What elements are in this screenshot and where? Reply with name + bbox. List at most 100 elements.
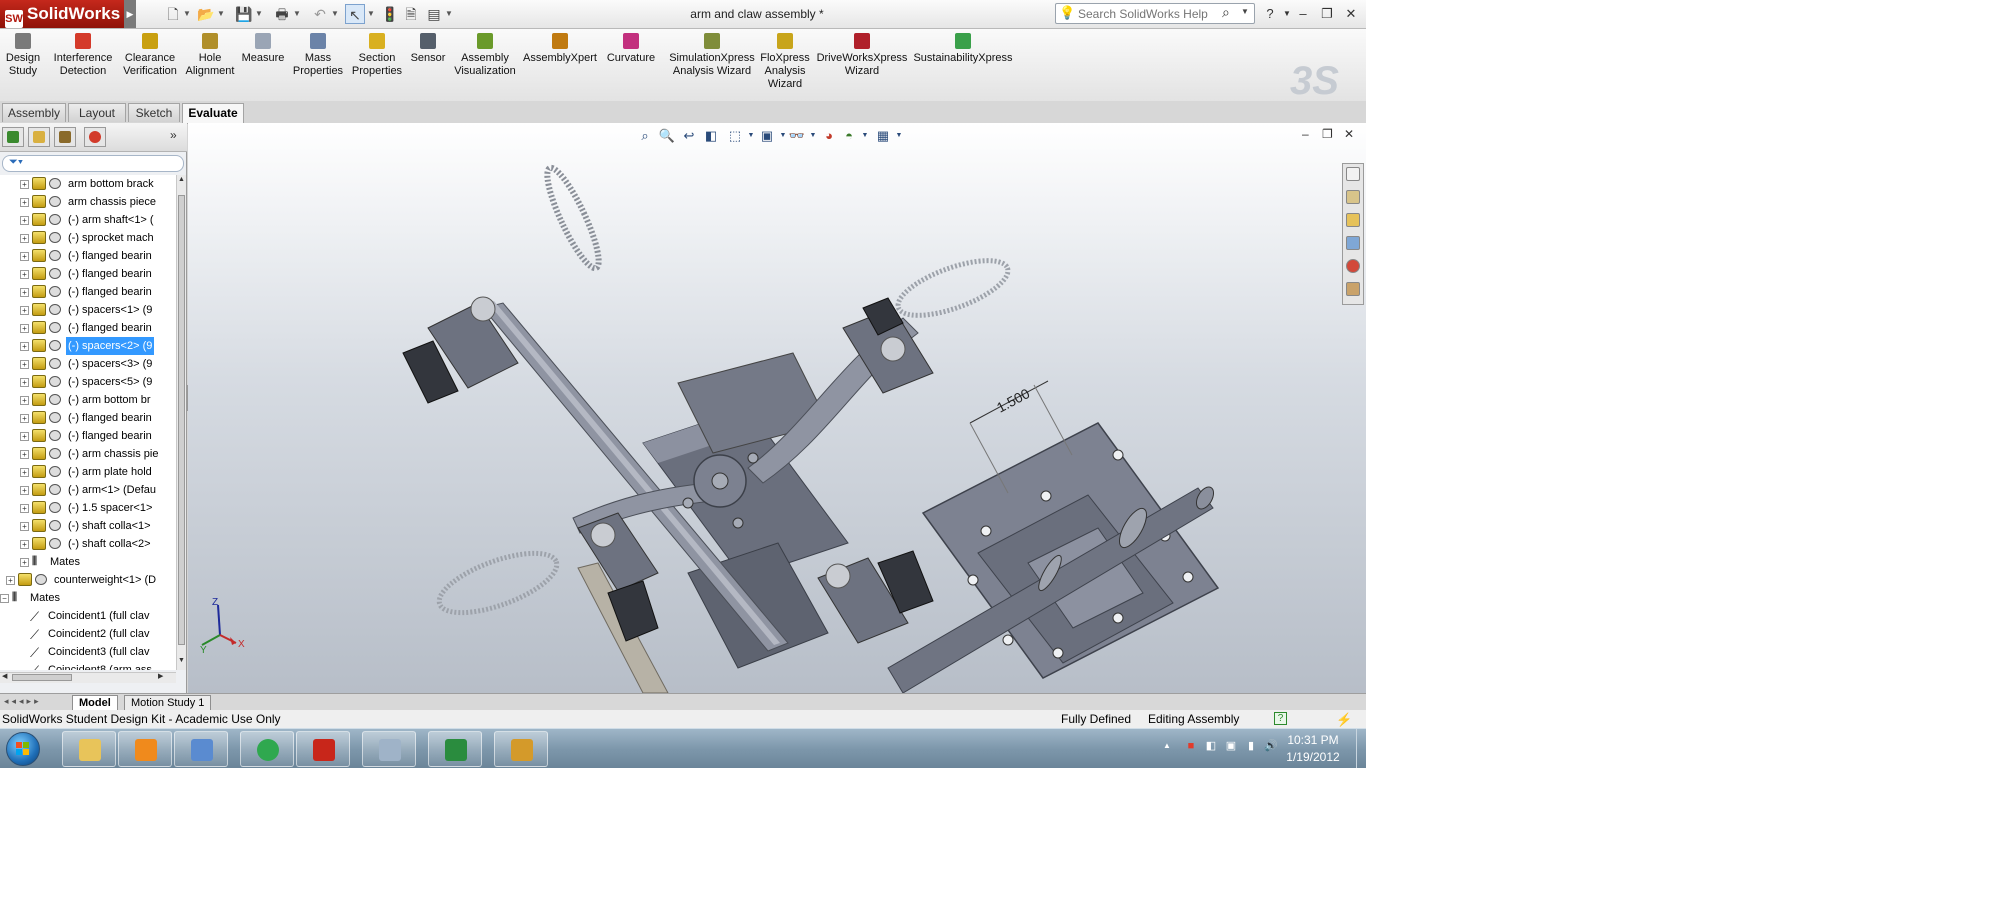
print-icon[interactable]: 🖶 [272,4,292,24]
tree-item[interactable]: + (-) shaft colla<1> [0,517,176,535]
tab-evaluate[interactable]: Evaluate [182,103,244,123]
tree-item[interactable]: + (-) arm<1> (Defau [0,481,176,499]
help-search-box[interactable]: 💡 ⌕ ▼ [1055,3,1255,24]
solidworks-menu-button[interactable]: SW SolidWorks [0,0,124,28]
status-help-icon[interactable]: ? [1274,712,1287,725]
tray-signal-icon[interactable]: ▮ [1244,739,1258,753]
expand-icon[interactable]: + [20,198,29,207]
tree-item[interactable]: + (-) 1.5 spacer<1> [0,499,176,517]
scroll-down-icon[interactable]: ▼ [178,657,185,664]
tree-item[interactable]: + (-) flanged bearin [0,247,176,265]
taskbar-paint-tool-button[interactable] [174,731,228,767]
file-explorer-icon[interactable] [1346,213,1360,227]
scroll-right-icon[interactable]: ▶ [158,672,163,680]
close-window-icon[interactable]: ✕ [1340,3,1362,25]
design-library-icon[interactable] [1346,190,1360,204]
taskbar-calculator-button[interactable] [362,731,416,767]
collapse-icon[interactable]: − [0,594,9,603]
tree-item[interactable]: + (-) flanged bearin [0,319,176,337]
expand-icon[interactable]: + [20,360,29,369]
tree-item[interactable]: + (-) flanged bearin [0,265,176,283]
expand-icon[interactable]: + [20,504,29,513]
view-palette-icon[interactable] [1346,236,1360,250]
new-dropdown-icon[interactable]: ▼ [182,4,192,24]
expand-icon[interactable]: + [20,180,29,189]
graphics-area[interactable]: ⌕ 🔍 ↩ ◧ ⬚ ▼ ▣ ▼ 👓 ▼ ◕ ◓ ▼ ▦ ▼ – ❐ ✕ 1.50… [188,123,1366,693]
tree-filter-input[interactable]: ⏷▾ [2,155,184,172]
search-dropdown-icon[interactable]: ▼ [1241,7,1249,16]
restore-window-icon[interactable]: ❐ [1316,3,1338,25]
mates-folder[interactable]: − ⫴ Mates [0,589,176,607]
cmd-section-properties[interactable]: Section Properties [348,33,406,78]
tree-item[interactable]: + (-) flanged bearin [0,283,176,301]
tree-item[interactable]: + (-) spacers<5> (9 [0,373,176,391]
cmd-assemblyxpert[interactable]: AssemblyXpert [522,33,598,65]
tree-item[interactable]: + (-) arm shaft<1> ( [0,211,176,229]
cmd-driveworksxpress[interactable]: DriveWorksXpress Wizard [814,33,910,78]
new-document-icon[interactable]: 🗋 [164,4,182,24]
tree-item[interactable]: + (-) arm bottom br [0,391,176,409]
featuremanager-tab[interactable] [2,127,24,147]
print-dropdown-icon[interactable]: ▼ [292,4,302,24]
cmd-measure[interactable]: Measure [238,33,288,65]
taskbar-windows-explorer-button[interactable] [62,731,116,767]
tree-item[interactable]: + (-) spacers<3> (9 [0,355,176,373]
taskbar-media-player-button[interactable] [118,731,172,767]
expand-icon[interactable]: + [20,486,29,495]
rebuild-icon[interactable]: 🚦 [381,4,398,24]
expand-icon[interactable]: + [20,306,29,315]
mate-item[interactable]: ⟋ Coincident1 (full clav [0,607,176,625]
tray-network-icon[interactable]: ▣ [1224,739,1238,753]
tab-scroll-arrows-icon[interactable]: ◂◂◂▸▸ [4,696,42,707]
cmd-hole-alignment[interactable]: Hole Alignment [184,33,236,78]
tree-item[interactable]: + (-) spacers<1> (9 [0,301,176,319]
tree-item[interactable]: + (-) arm chassis pie [0,445,176,463]
propertymanager-tab[interactable] [28,127,50,147]
menu-expand-arrow-icon[interactable]: ▶ [124,0,136,28]
tab-model[interactable]: Model [72,695,118,711]
cmd-clearance-verification[interactable]: Clearance Verification [118,33,182,78]
cmd-sustainabilityxpress[interactable]: SustainabilityXpress [912,33,1014,65]
taskbar-misc-app-button[interactable] [494,731,548,767]
tree-horizontal-scrollbar[interactable]: ◀ ▶ [0,672,176,683]
cmd-interference-detection[interactable]: Interference Detection [48,33,118,78]
expand-icon[interactable]: + [20,234,29,243]
tree-item[interactable]: + (-) spacers<2> (9 [0,337,176,355]
expand-icon[interactable]: + [20,270,29,279]
tree-hscroll-thumb[interactable] [12,674,72,681]
save-dropdown-icon[interactable]: ▼ [254,4,264,24]
expand-panel-icon[interactable]: » [170,128,177,142]
expand-icon[interactable]: + [20,216,29,225]
mates-folder[interactable]: + ⫴ Mates [0,553,176,571]
file-properties-icon[interactable]: 🗎 [402,4,420,24]
mate-item[interactable]: ⟋ Coincident8 (arm ass [0,661,176,670]
tree-scroll-thumb[interactable] [178,195,185,645]
expand-icon[interactable]: + [20,522,29,531]
tree-item[interactable]: + (-) flanged bearin [0,409,176,427]
open-folder-icon[interactable]: 📂 [196,4,216,24]
tree-item[interactable]: + (-) arm plate hold [0,463,176,481]
tree-item[interactable]: + (-) sprocket mach [0,229,176,247]
cmd-design-study[interactable]: Design Study [2,33,44,78]
rebuild-status-icon[interactable]: ⚡ [1336,711,1352,729]
configurationmanager-tab[interactable] [54,127,76,147]
cmd-simulationxpress[interactable]: SimulationXpress Analysis Wizard [668,33,756,78]
taskbar-solidworks-button[interactable] [296,731,350,767]
cmd-curvature[interactable]: Curvature [602,33,660,65]
tree-item[interactable]: + arm chassis piece [0,193,176,211]
mate-item[interactable]: ⟋ Coincident2 (full clav [0,625,176,643]
undo-icon[interactable]: ↶ [310,4,330,24]
expand-icon[interactable]: + [6,576,15,585]
taskbar-chrome-button[interactable] [240,731,294,767]
options-icon[interactable]: ▤ [424,4,444,24]
expand-icon[interactable]: + [20,432,29,441]
dimension-value[interactable]: 1.500 [994,385,1033,416]
undo-dropdown-icon[interactable]: ▼ [330,4,340,24]
show-desktop-button[interactable] [1356,729,1366,768]
displaymanager-tab[interactable] [84,127,106,147]
cmd-sensor[interactable]: Sensor [408,33,448,65]
tree-item[interactable]: + counterweight<1> (D [0,571,176,589]
tree-vertical-scrollbar[interactable]: ▲ ▼ [176,175,186,670]
expand-icon[interactable]: + [20,396,29,405]
appearances-scenes-icon[interactable] [1346,259,1360,273]
